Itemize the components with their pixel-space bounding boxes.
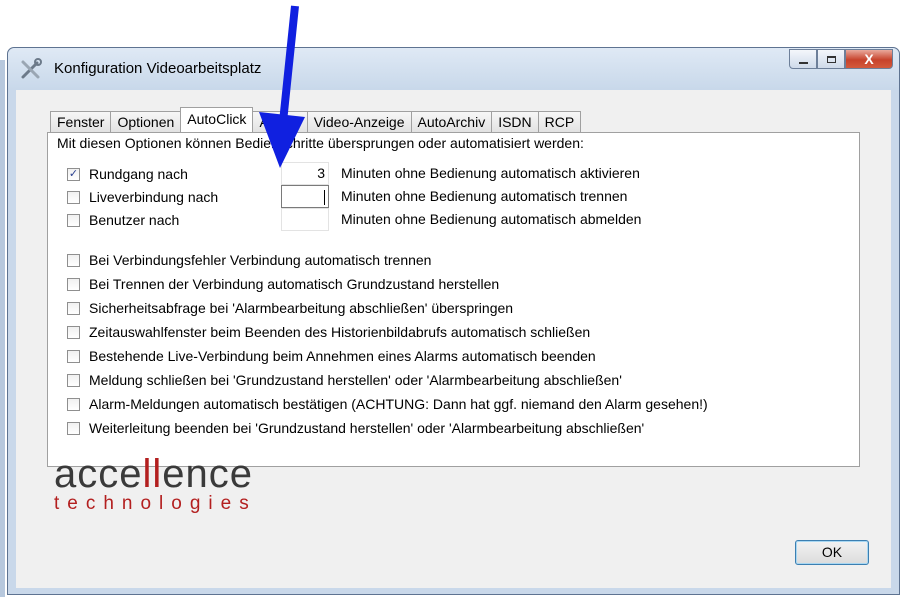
option-suffix: Minuten ohne Bedienung automatisch aktiv… [341, 165, 640, 181]
logo-wordmark: accellence [54, 454, 257, 494]
option-label: Liveverbindung nach [89, 189, 219, 205]
accellence-logo: accellence technologies [54, 454, 257, 514]
option-suffix: Minuten ohne Bedienung automatisch abmel… [341, 211, 642, 227]
liveverbindung-minutes-input[interactable] [281, 185, 329, 208]
option-rundgang[interactable]: ✓ Rundgang nach [67, 164, 188, 184]
maximize-button[interactable] [817, 49, 845, 69]
tab-rcp[interactable]: RCP [537, 111, 582, 132]
checkbox[interactable] [67, 349, 80, 363]
tab-fenster[interactable]: Fenster [50, 111, 112, 132]
checkmark-icon: ✓ [68, 167, 79, 180]
checkbox-liveverbindung[interactable] [67, 190, 80, 204]
title-bar[interactable]: Konfiguration Videoarbeitsplatz X [8, 48, 899, 90]
option-trennen-grundzustand[interactable]: Bei Trennen der Verbindung automatisch G… [67, 274, 499, 294]
option-label: Sicherheitsabfrage bei 'Alarmbearbeitung… [89, 300, 514, 316]
option-weiterleitung-beenden[interactable]: Weiterleitung beenden bei 'Grundzustand … [67, 418, 644, 438]
checkbox-benutzer[interactable] [67, 213, 80, 227]
checkbox-rundgang[interactable]: ✓ [67, 167, 80, 181]
checkbox[interactable] [67, 397, 80, 411]
option-sicherheitsabfrage[interactable]: Sicherheitsabfrage bei 'Alarmbearbeitung… [67, 298, 513, 318]
tab-isdn[interactable]: ISDN [491, 111, 539, 132]
minimize-icon [798, 61, 808, 64]
option-label: Rundgang nach [89, 166, 188, 182]
tools-icon [20, 58, 42, 80]
checkbox[interactable] [67, 277, 80, 291]
logo-part-accent: ll [142, 452, 163, 496]
caption-buttons: X [789, 49, 893, 71]
benutzer-minutes-input[interactable] [281, 208, 329, 231]
option-meldung-schliessen[interactable]: Meldung schließen bei 'Grundzustand hers… [67, 370, 622, 390]
logo-part: ence [162, 452, 254, 496]
option-label: Alarm-Meldungen automatisch bestätigen (… [89, 396, 708, 412]
tab-optionen[interactable]: Optionen [110, 111, 182, 132]
option-label: Benutzer nach [89, 212, 180, 228]
minimize-button[interactable] [789, 49, 817, 69]
tab-anrufe[interactable]: Anrufe [252, 111, 308, 132]
tab-autoclick[interactable]: AutoClick [180, 107, 254, 132]
checkbox[interactable] [67, 325, 80, 339]
option-liveverbindung[interactable]: Liveverbindung nach [67, 187, 218, 207]
background-window-edge [0, 60, 5, 597]
option-label: Weiterleitung beenden bei 'Grundzustand … [89, 420, 645, 436]
option-zeitauswahlfenster[interactable]: Zeitauswahlfenster beim Beenden des Hist… [67, 322, 590, 342]
option-live-verbindung-beenden[interactable]: Bestehende Live-Verbindung beim Annehmen… [67, 346, 596, 366]
option-label: Bei Verbindungsfehler Verbindung automat… [89, 252, 432, 268]
tab-video-anzeige[interactable]: Video-Anzeige [306, 111, 412, 132]
logo-part: acce [54, 452, 143, 496]
checkbox[interactable] [67, 421, 80, 435]
maximize-icon [826, 55, 836, 63]
panel-intro-text: Mit diesen Optionen können Bedienschritt… [57, 135, 584, 151]
autoclick-panel: Mit diesen Optionen können Bedienschritt… [47, 132, 860, 467]
logo-subtitle: technologies [54, 493, 257, 514]
option-label: Bestehende Live-Verbindung beim Annehmen… [89, 348, 596, 364]
option-alarm-bestaetigen[interactable]: Alarm-Meldungen automatisch bestätigen (… [67, 394, 708, 414]
checkbox[interactable] [67, 301, 80, 315]
checkbox[interactable] [67, 373, 80, 387]
ok-button[interactable]: OK [795, 540, 869, 565]
option-label: Zeitauswahlfenster beim Beenden des Hist… [89, 324, 591, 340]
option-label: Bei Trennen der Verbindung automatisch G… [89, 276, 500, 292]
tab-strip: Fenster Optionen AutoClick Anrufe Video-… [50, 107, 582, 132]
window-title: Konfiguration Videoarbeitsplatz [54, 60, 262, 77]
rundgang-minutes-input[interactable]: 3 [281, 162, 329, 185]
option-suffix: Minuten ohne Bedienung automatisch trenn… [341, 188, 628, 204]
checkbox[interactable] [67, 253, 80, 267]
tab-autoarchiv[interactable]: AutoArchiv [410, 111, 493, 132]
close-icon: X [864, 51, 874, 67]
option-label: Meldung schließen bei 'Grundzustand hers… [89, 372, 622, 388]
option-benutzer[interactable]: Benutzer nach [67, 210, 179, 230]
text-caret [324, 189, 325, 205]
option-verbindungsfehler[interactable]: Bei Verbindungsfehler Verbindung automat… [67, 250, 431, 270]
close-button[interactable]: X [845, 49, 893, 69]
